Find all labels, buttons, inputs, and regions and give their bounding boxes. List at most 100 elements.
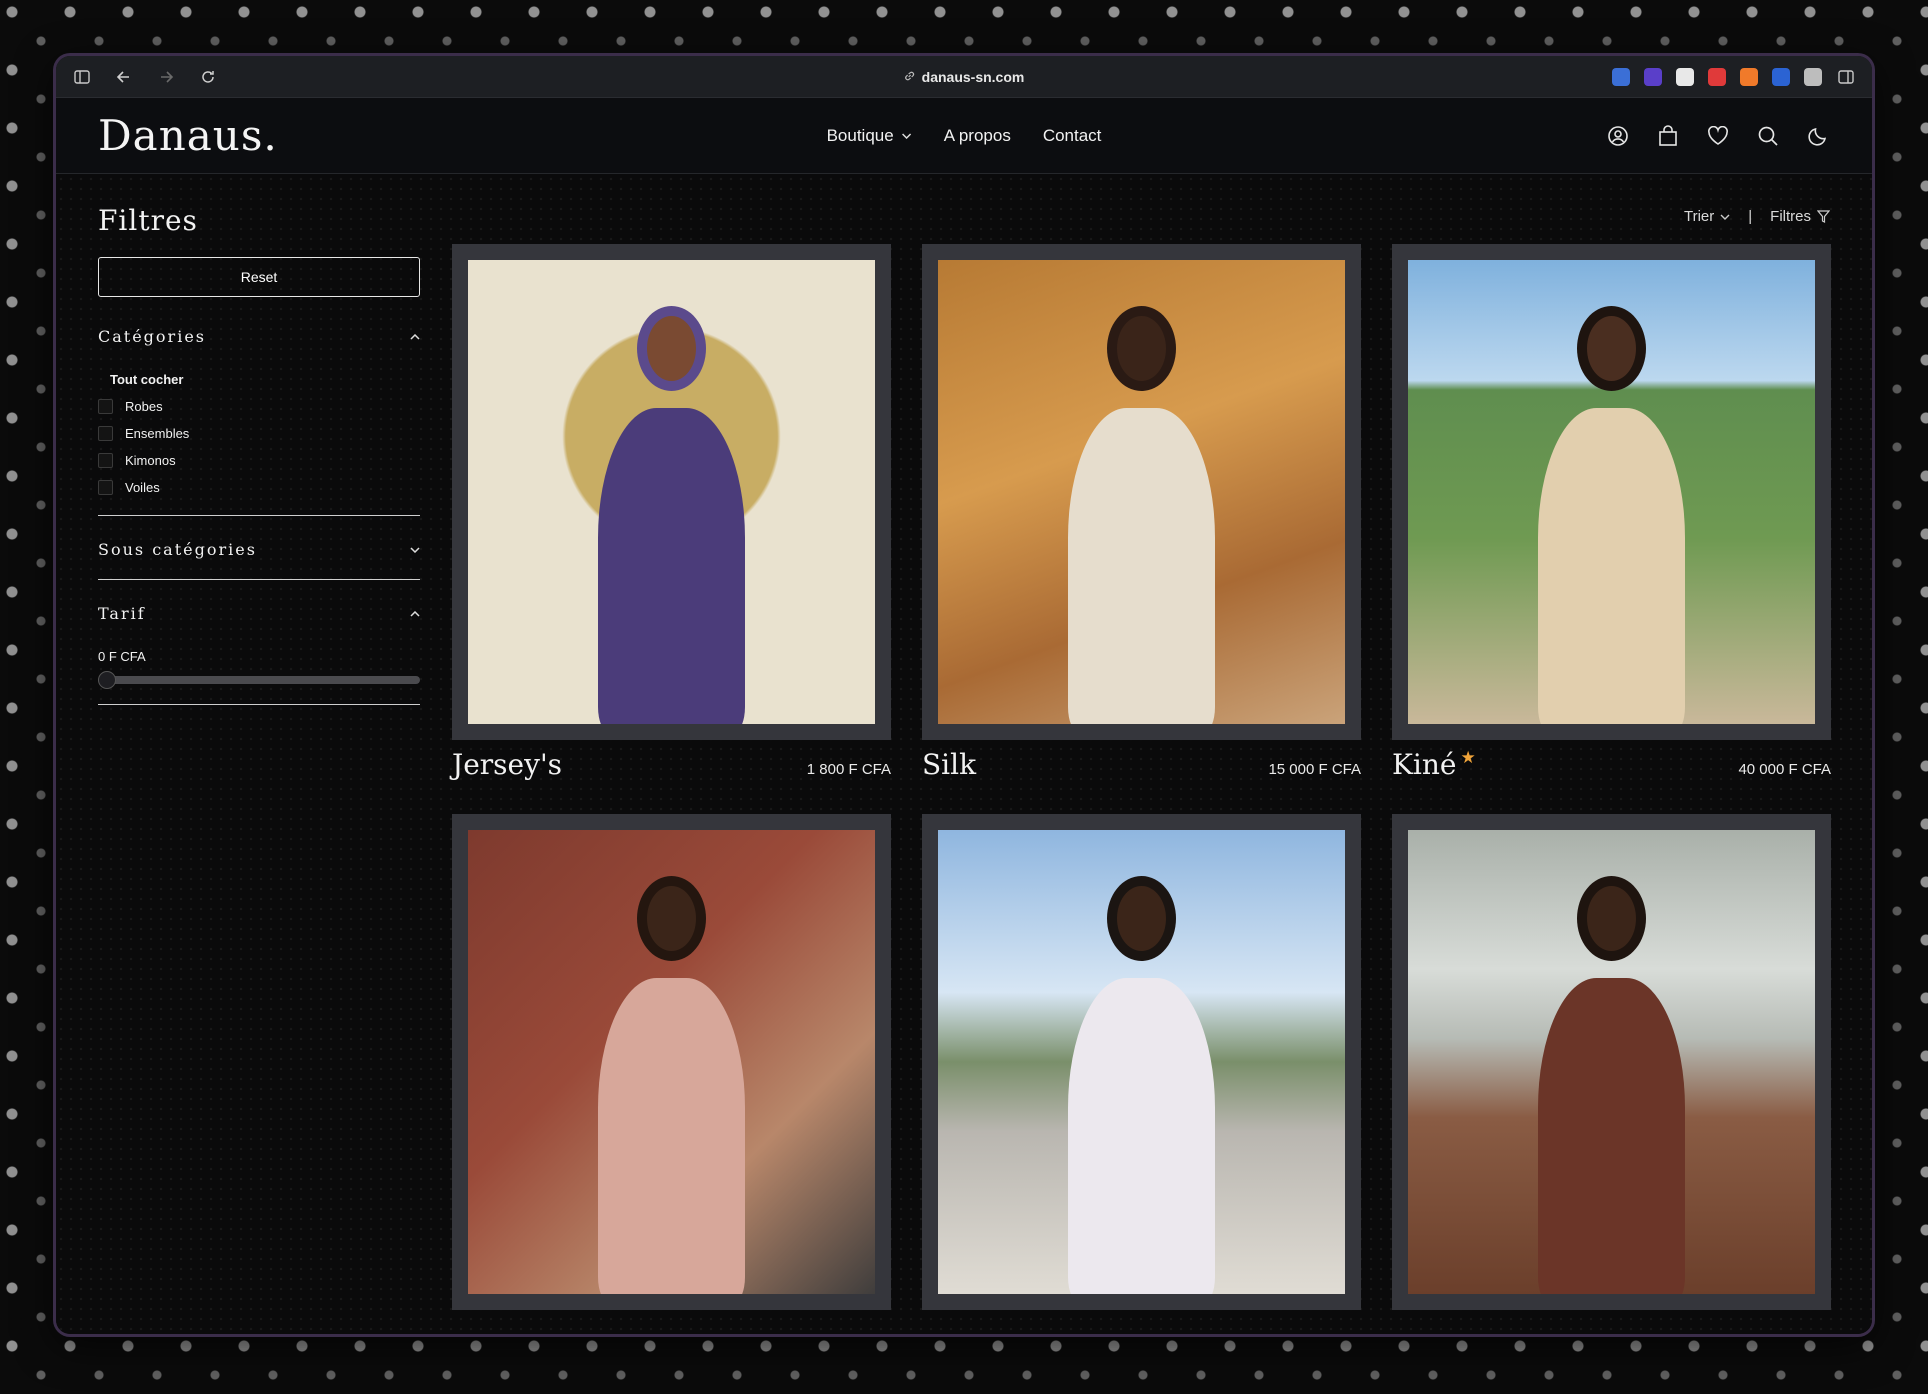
product-photo[interactable] [938,260,1345,724]
product-name-text: Jersey's [452,748,563,781]
user-icon[interactable] [1606,124,1630,148]
extension-icon[interactable] [1804,67,1822,86]
product-photo[interactable] [1408,260,1815,724]
reset-button[interactable]: Reset [98,257,420,297]
category-checkbox-robes[interactable]: Robes [98,399,420,414]
chevron-down-icon [410,546,420,553]
url-text: danaus-sn.com [921,68,1025,85]
browser-window: danaus-sn.com Danaus. Boutique A propos … [56,56,1872,1334]
nav-item-boutique[interactable]: Boutique [827,126,912,146]
category-label: Ensembles [125,426,190,441]
product-image-frame[interactable] [1392,244,1831,740]
product-name[interactable]: Jersey's [452,748,562,781]
product-name-text: Silk [922,748,977,781]
product-name[interactable]: Silk [922,748,976,781]
product-card[interactable] [1392,814,1831,1334]
forward-icon[interactable] [156,67,176,87]
search-icon[interactable] [1756,124,1780,148]
moon-icon[interactable] [1806,124,1830,148]
extension-icon[interactable] [1612,67,1630,86]
filters-toggle-label: Filtres [1770,208,1811,225]
address-bar[interactable]: danaus-sn.com [904,68,1025,85]
model-head [647,315,696,381]
category-list: Robes Ensembles Kimonos Voiles [98,399,420,495]
site-header: Danaus. Boutique A propos Contact [56,98,1872,174]
checkbox[interactable] [98,453,113,468]
model-head [1117,315,1166,381]
product-card[interactable] [922,814,1361,1334]
extension-icon[interactable] [1708,67,1726,86]
nav-label: Boutique [826,125,894,145]
price-slider-thumb[interactable] [98,671,116,689]
tabs-overview-icon[interactable] [1836,67,1856,87]
category-checkbox-kimonos[interactable]: Kimonos [98,453,420,468]
product-photo[interactable] [938,830,1345,1294]
product-name[interactable]: Kiné ★ [1392,748,1476,781]
product-card[interactable] [452,814,891,1334]
model-outfit [1068,978,1215,1294]
model-head [1587,885,1636,951]
header-icons [1606,124,1830,148]
product-price: 15 000 F CFA [1268,761,1361,778]
browser-toolbar: danaus-sn.com [56,56,1872,98]
price-header[interactable]: Tarif [98,604,420,623]
filters-title: Filtres [98,204,198,237]
checkbox[interactable] [98,399,113,414]
product-image-frame[interactable] [1392,814,1831,1310]
price-section: Tarif 0 F CFA [98,580,420,705]
filters-sidebar: Filtres Reset Catégories Tout cocher Rob… [98,204,420,705]
category-checkbox-voiles[interactable]: Voiles [98,480,420,495]
subcategories-header[interactable]: Sous catégories [98,540,420,559]
product-card[interactable]: Silk 15 000 F CFA [922,244,1361,784]
nav-item-contact[interactable]: Contact [1043,126,1102,146]
nav-label: A propos [943,125,1011,145]
categories-title: Catégories [98,327,206,346]
sort-button[interactable]: Trier [1684,208,1730,225]
model-head [1117,885,1166,951]
product-photo[interactable] [468,830,875,1294]
product-image-frame[interactable] [922,814,1361,1310]
filters-toggle-button[interactable]: Filtres [1770,208,1830,225]
star-icon: ★ [1460,748,1476,768]
chevron-up-icon [410,333,420,340]
extension-icon[interactable] [1644,67,1662,86]
product-image-frame[interactable] [922,244,1361,740]
heart-icon[interactable] [1706,124,1730,148]
site-logo[interactable]: Danaus. [98,111,278,160]
product-photo[interactable] [1408,830,1815,1294]
chevron-down-icon [902,132,912,139]
shop-main: Filtres Reset Catégories Tout cocher Rob… [56,174,1872,1334]
product-info [922,1310,1361,1334]
back-icon[interactable] [114,67,134,87]
product-info [1392,1310,1831,1334]
bag-icon[interactable] [1656,124,1680,148]
chevron-up-icon [410,610,420,617]
checkbox[interactable] [98,480,113,495]
price-value: 0 F CFA [98,649,146,664]
link-icon [904,69,916,85]
model-outfit [598,978,745,1294]
product-image-frame[interactable] [452,244,891,740]
extension-icon[interactable] [1740,67,1758,86]
price-slider[interactable] [98,671,420,689]
product-photo[interactable] [468,260,875,724]
check-all-button[interactable]: Tout cocher [110,372,420,387]
model-outfit [598,408,745,724]
product-info: Kiné ★ 40 000 F CFA [1392,740,1831,784]
extension-icon[interactable] [1676,67,1694,86]
checkbox[interactable] [98,426,113,441]
reload-icon[interactable] [198,67,218,87]
product-image-frame[interactable] [452,814,891,1310]
extension-icon[interactable] [1772,67,1790,86]
model-outfit [1538,978,1685,1294]
product-price: 1 800 F CFA [806,761,891,778]
sidebar-toggle-icon[interactable] [72,67,92,87]
main-nav: Boutique A propos Contact [827,126,1102,146]
category-checkbox-ensembles[interactable]: Ensembles [98,426,420,441]
category-label: Voiles [125,480,160,495]
product-card[interactable]: Kiné ★ 40 000 F CFA [1392,244,1831,784]
nav-item-a-propos[interactable]: A propos [944,126,1011,146]
product-card[interactable]: Jersey's 1 800 F CFA [452,244,891,784]
categories-header[interactable]: Catégories [98,327,420,346]
sort-label: Trier [1683,208,1715,225]
